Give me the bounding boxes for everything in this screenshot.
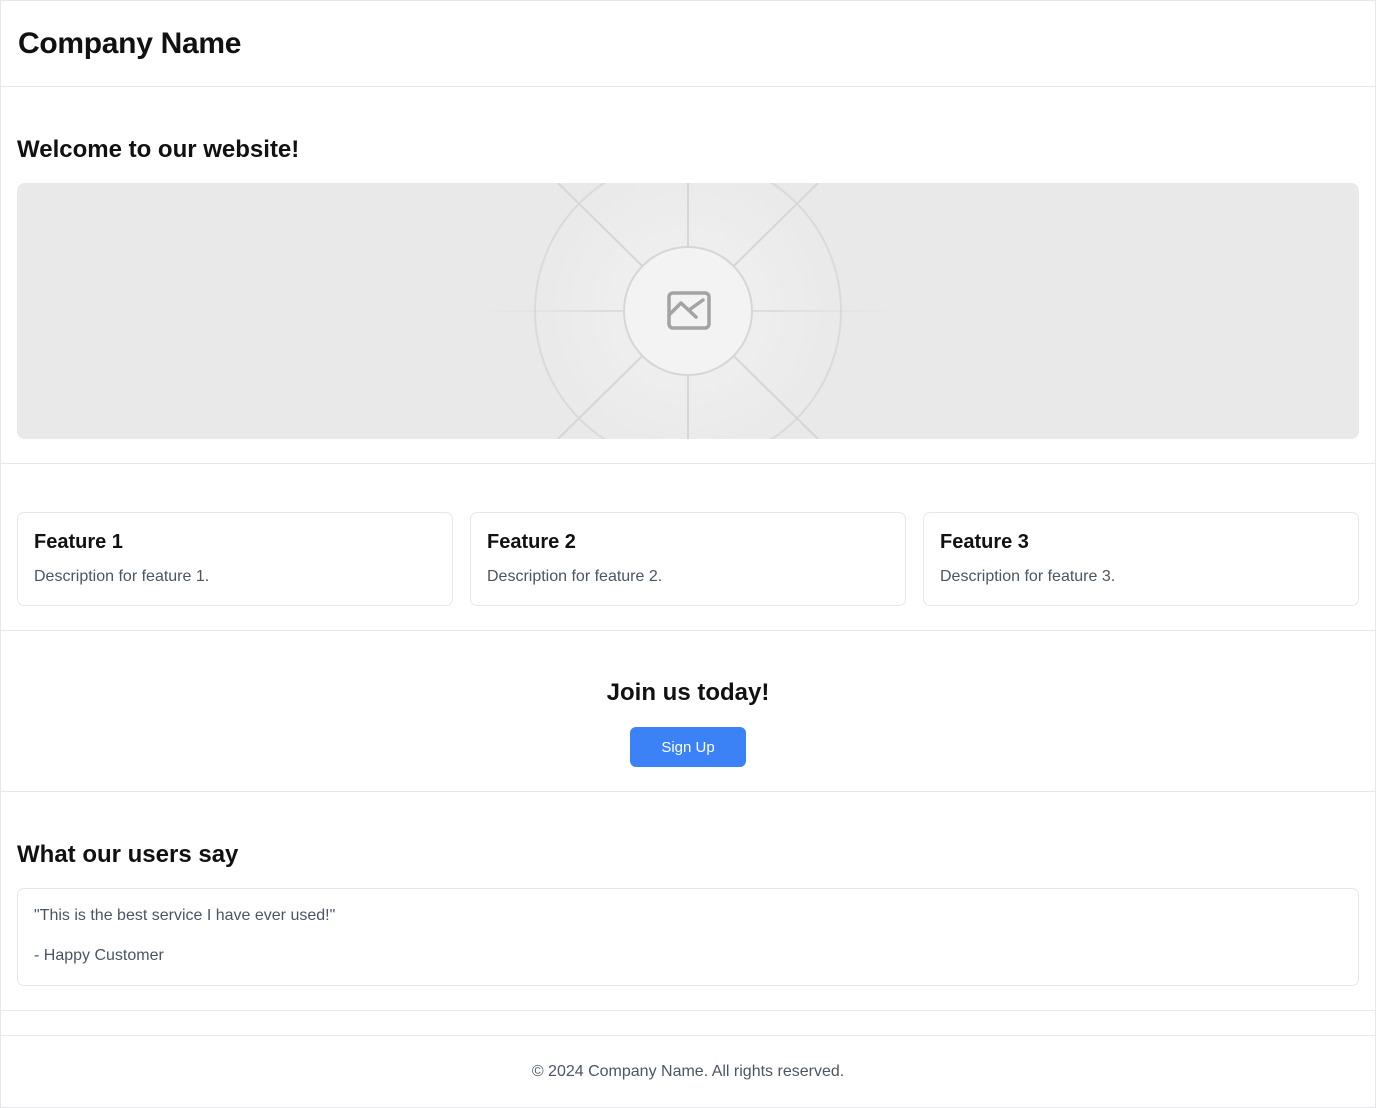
feature-card: Feature 1 Description for feature 1. (17, 512, 453, 606)
image-placeholder-graphic (17, 183, 1359, 439)
testimonial-author: - Happy Customer (34, 947, 164, 964)
feature-title: Feature 2 (487, 531, 576, 553)
testimonials-section: What our users say "This is the best ser… (1, 792, 1375, 1011)
sign-up-button[interactable]: Sign Up (630, 727, 746, 767)
copyright-text: © 2024 Company Name. All rights reserved… (531, 1063, 845, 1080)
feature-card: Feature 2 Description for feature 2. (470, 512, 906, 606)
testimonial-card: "This is the best service I have ever us… (17, 888, 1359, 986)
feature-title: Feature 1 (34, 531, 123, 553)
hero-image-placeholder (17, 183, 1359, 439)
feature-description: Description for feature 2. (487, 568, 663, 585)
feature-description: Description for feature 1. (34, 568, 210, 585)
page: Company Name Welcome to our website! Fea… (0, 0, 1376, 1108)
testimonial-quote: "This is the best service I have ever us… (34, 907, 336, 924)
hero-title: Welcome to our website! (17, 136, 300, 163)
features-section: Feature 1 Description for feature 1. Fea… (1, 464, 1375, 631)
site-header: Company Name (1, 1, 1375, 87)
feature-title: Feature 3 (940, 531, 1029, 553)
company-name: Company Name (18, 26, 242, 60)
testimonials-title: What our users say (17, 841, 239, 868)
section-divider (1, 1011, 1375, 1036)
cta-title: Join us today! (606, 679, 770, 706)
feature-card: Feature 3 Description for feature 3. (923, 512, 1359, 606)
hero-section: Welcome to our website! (1, 87, 1375, 464)
feature-description: Description for feature 3. (940, 568, 1116, 585)
site-footer: © 2024 Company Name. All rights reserved… (1, 1036, 1375, 1108)
cta-section: Join us today! Sign Up (1, 631, 1375, 792)
